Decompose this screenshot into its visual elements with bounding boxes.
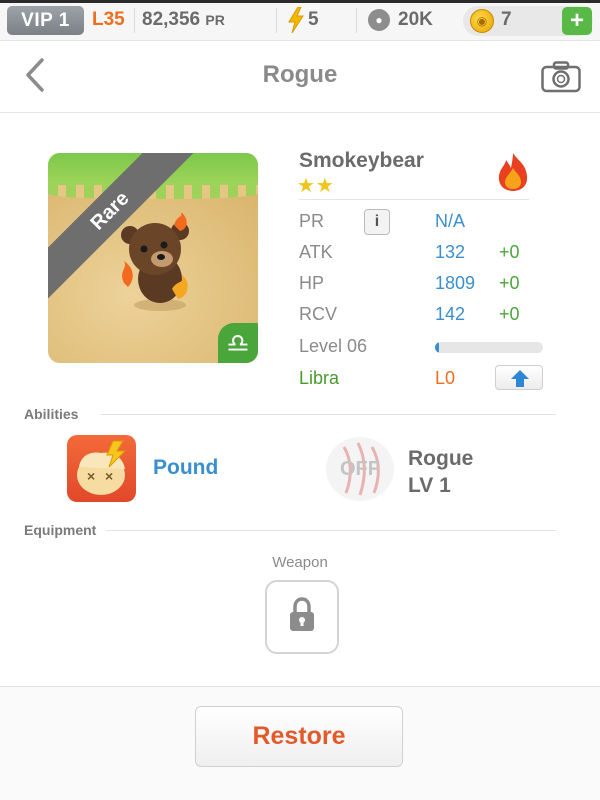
svg-text:×: × [87,468,95,484]
libra-icon: ♎ [218,323,258,363]
smokeybear-sprite [121,213,189,311]
skill-status: OFF [340,458,380,480]
pr-info-button[interactable]: i [364,209,390,235]
pound-ability-icon[interactable]: × × [67,435,136,502]
top-stripe [0,0,600,3]
divider [134,8,135,33]
skill-name: Rogue [408,447,474,470]
coin-icon: ◉ [470,9,494,33]
paw-icon: ● [368,9,390,31]
star-rating: ★★ [297,175,335,197]
stat-bonus-hp: +0 [499,273,520,293]
stat-value-hp: 1809 [435,273,476,293]
stat-value-rcv: 142 [435,304,466,324]
name-divider [299,199,529,200]
stat-bonus-atk: +0 [499,242,520,262]
stat-label-atk: ATK [299,242,333,262]
stat-label-rcv: RCV [299,304,338,324]
restore-button[interactable]: Restore [195,706,403,767]
level-progress-fill [435,342,440,353]
skill-level: LV 1 [408,474,451,497]
lightning-icon [288,7,304,33]
divider [356,8,357,33]
stat-label-pr: PR [299,211,325,231]
stat-label-hp: HP [299,273,325,293]
stat-value-atk: 132 [435,242,466,262]
equipment-divider [106,530,556,531]
fire-element-icon [498,153,528,191]
abilities-title: Abilities [24,406,79,422]
energy-count: 5 [308,9,319,30]
pound-icon: × × [77,440,127,495]
pr-unit: PR [205,12,225,28]
weapon-label: Weapon [272,554,328,571]
pr-value: 82,356 [142,9,201,30]
lock-icon [290,597,314,631]
page-title: Rogue [262,61,338,88]
player-level: L35 [92,9,125,30]
top-status-bar: VIP 1 L35 82,356 PR 5 ● 20K ◉ 7 + [0,0,600,41]
player-pr: 82,356 PR [142,9,225,31]
vip-badge[interactable]: VIP 1 [7,6,84,35]
ability-name[interactable]: Pound [153,456,218,480]
stat-bonus-rcv: +0 [499,304,520,324]
stat-value-pr: N/A [435,211,466,231]
equipment-title: Equipment [24,522,97,538]
divider [276,8,277,33]
zodiac-level: L0 [435,368,456,388]
paw-count: 20K [398,9,433,30]
abilities-divider [101,414,556,415]
zodiac-upgrade-button[interactable] [495,365,543,390]
svg-text:×: × [105,468,113,484]
level-label: Level 06 [299,336,368,356]
add-coins-button[interactable]: + [562,7,592,35]
level-progress-bar [435,342,543,353]
zodiac-label: Libra [299,368,340,388]
coin-count: 7 [501,9,512,30]
camera-icon[interactable] [541,61,581,93]
page-header: Rogue [0,41,600,113]
arrow-up-icon [511,370,529,387]
pet-name: Smokeybear [299,149,424,172]
pet-portrait[interactable]: Rare ♎ [48,153,258,363]
